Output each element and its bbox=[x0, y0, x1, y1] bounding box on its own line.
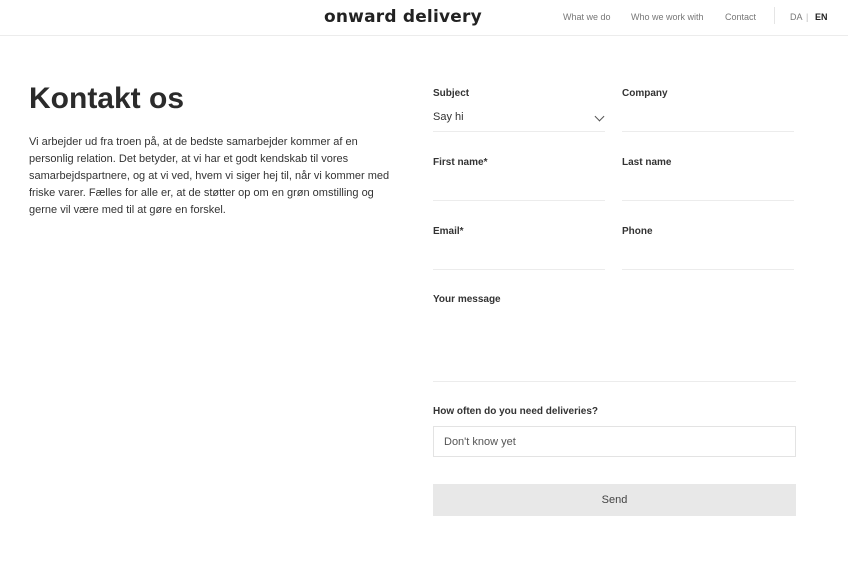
frequency-label: How often do you need deliveries? bbox=[433, 406, 599, 417]
nav-who-we-work-with[interactable]: Who we work with bbox=[631, 12, 704, 22]
subject-value: Say hi bbox=[433, 111, 464, 123]
message-textarea[interactable] bbox=[433, 340, 796, 382]
chevron-down-icon bbox=[594, 111, 605, 122]
header: onward delivery What we do Who we work w… bbox=[0, 0, 848, 36]
nav-contact[interactable]: Contact bbox=[725, 12, 756, 22]
nav-what-we-do[interactable]: What we do bbox=[563, 12, 611, 22]
company-label: Company bbox=[622, 88, 668, 99]
page-title: Kontakt os bbox=[29, 82, 185, 115]
intro-text: Vi arbejder ud fra troen på, at de bedst… bbox=[29, 136, 390, 216]
lang-separator: | bbox=[806, 12, 809, 22]
email-field[interactable]: Email* bbox=[433, 226, 605, 270]
message-label: Your message bbox=[433, 294, 501, 305]
last-name-field[interactable]: Last name bbox=[622, 157, 794, 201]
phone-label: Phone bbox=[622, 226, 653, 237]
lang-da[interactable]: DA bbox=[790, 12, 803, 22]
phone-field[interactable]: Phone bbox=[622, 226, 794, 270]
company-field[interactable]: Company bbox=[622, 88, 794, 132]
subject-select[interactable]: Subject Say hi bbox=[433, 88, 605, 132]
first-name-label: First name* bbox=[433, 157, 488, 168]
subject-label: Subject bbox=[433, 88, 470, 99]
email-label: Email* bbox=[433, 226, 464, 237]
frequency-select[interactable]: Don't know yet bbox=[433, 426, 796, 457]
lang-en[interactable]: EN bbox=[815, 12, 828, 22]
last-name-label: Last name bbox=[622, 157, 672, 168]
send-button[interactable]: Send bbox=[433, 484, 796, 516]
divider bbox=[774, 7, 775, 24]
first-name-field[interactable]: First name* bbox=[433, 157, 605, 201]
logo[interactable]: onward delivery bbox=[324, 7, 482, 27]
